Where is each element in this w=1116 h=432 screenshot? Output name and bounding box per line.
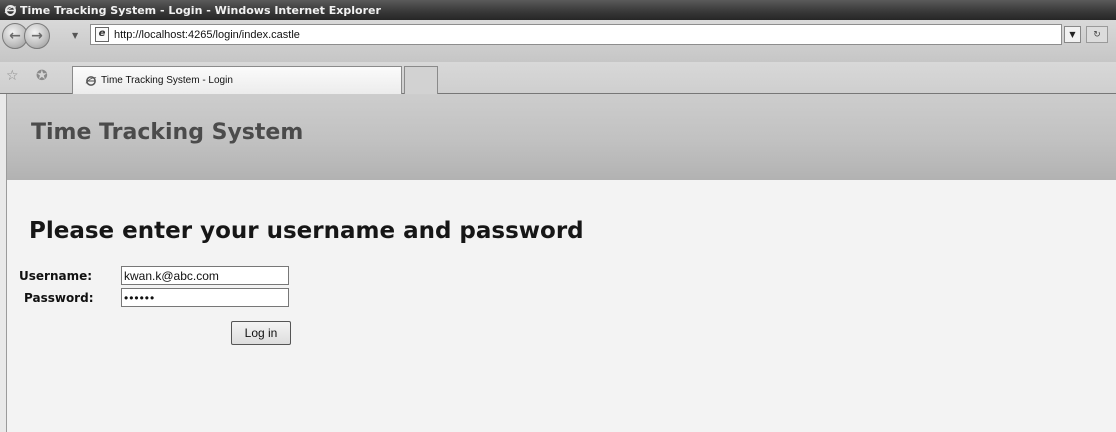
window-titlebar: Time Tracking System - Login - Windows I… [0,0,1116,20]
page-icon: e [95,27,109,42]
username-label: Username: [19,269,93,283]
login-button[interactable]: Log in [231,321,291,345]
password-input[interactable] [121,288,289,307]
chevron-down-icon: ▼ [1069,30,1076,39]
address-bar-row: ← → ▼ e http://localhost:4265/login/inde… [0,20,1116,62]
new-tab-button[interactable] [404,66,438,94]
forward-button[interactable]: → [24,23,50,49]
forward-arrow-icon: → [31,28,43,44]
refresh-button[interactable]: ↻ [1086,26,1108,43]
window-title: Time Tracking System - Login - Windows I… [20,3,381,17]
url-text: http://localhost:4265/login/index.castle [114,28,300,41]
recent-pages-dropdown-icon[interactable]: ▼ [72,31,78,40]
address-dropdown-button[interactable]: ▼ [1064,26,1081,43]
password-label: Password: [24,291,94,305]
tab-label: Time Tracking System - Login [101,75,233,86]
ie-page-icon [85,75,97,87]
favorites-star-icon[interactable]: ☆ [6,68,19,84]
page-content: Time Tracking System Please enter your u… [6,94,1116,432]
refresh-icon: ↻ [1093,29,1101,40]
add-favorites-icon[interactable]: ✪ [36,68,48,84]
tab-login[interactable]: Time Tracking System - Login [72,66,402,94]
site-banner: Time Tracking System [7,94,1116,180]
ie-logo-icon [4,4,17,17]
username-input[interactable] [121,266,289,285]
login-heading: Please enter your username and password [29,218,584,244]
back-arrow-icon: ← [9,28,21,44]
address-input[interactable]: e http://localhost:4265/login/index.cast… [90,24,1062,45]
site-title: Time Tracking System [31,120,304,145]
tab-bar: ☆ ✪ Time Tracking System - Login [0,62,1116,94]
